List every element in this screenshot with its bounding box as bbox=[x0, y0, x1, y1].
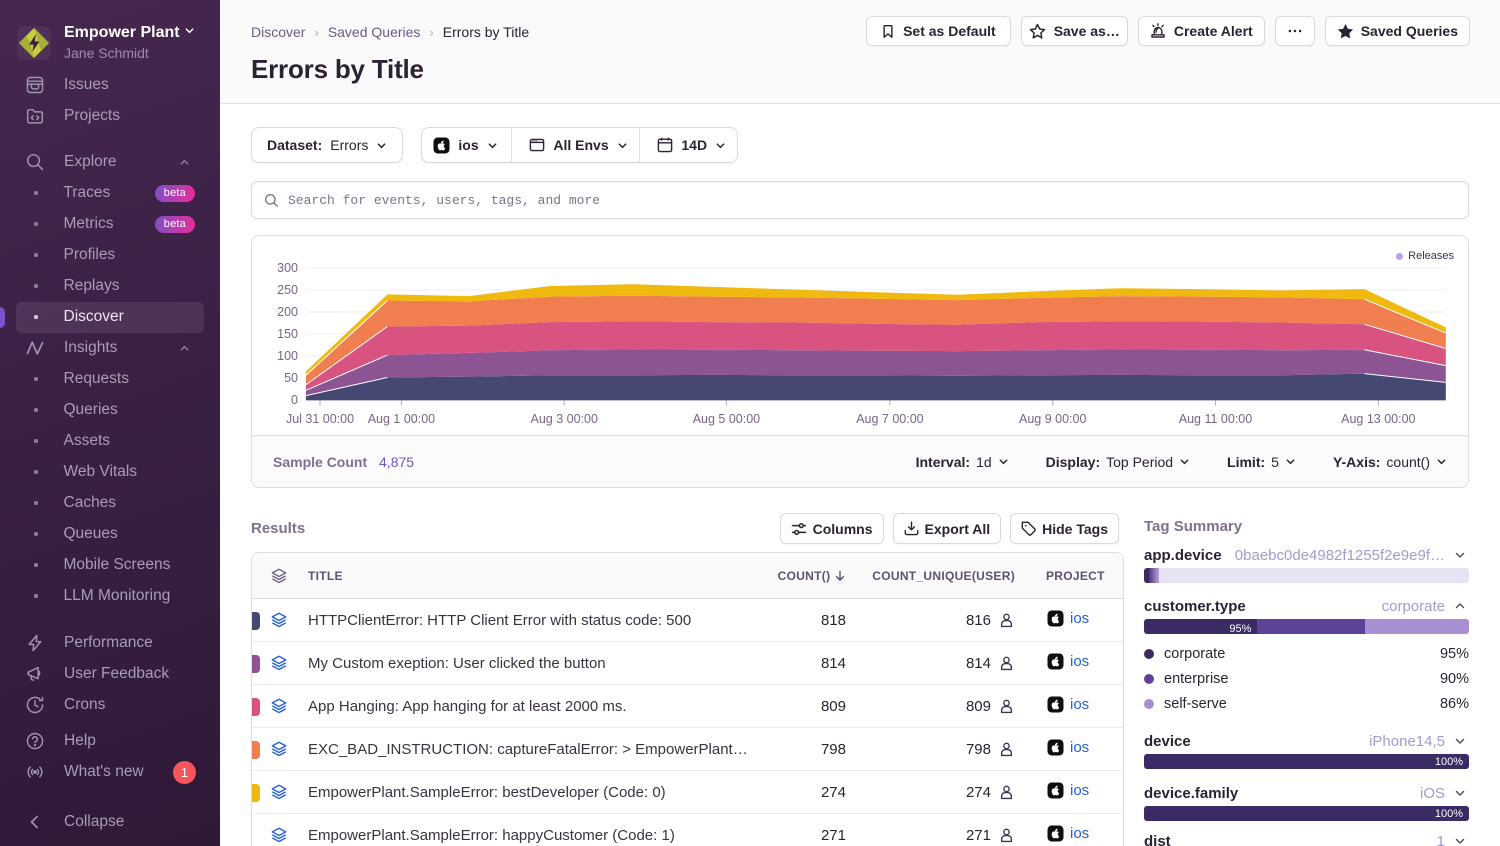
svg-text:100: 100 bbox=[277, 349, 298, 363]
svg-text:300: 300 bbox=[277, 261, 298, 275]
svg-text:Aug 5 00:00: Aug 5 00:00 bbox=[693, 412, 760, 426]
svg-text:Aug 13 00:00: Aug 13 00:00 bbox=[1341, 412, 1415, 426]
svg-text:150: 150 bbox=[277, 327, 298, 341]
svg-text:Aug 1 00:00: Aug 1 00:00 bbox=[368, 412, 435, 426]
svg-text:200: 200 bbox=[277, 305, 298, 319]
svg-text:50: 50 bbox=[284, 371, 298, 385]
svg-text:Aug 9 00:00: Aug 9 00:00 bbox=[1019, 412, 1086, 426]
svg-text:Aug 3 00:00: Aug 3 00:00 bbox=[530, 412, 597, 426]
svg-text:Aug 11 00:00: Aug 11 00:00 bbox=[1179, 412, 1252, 426]
svg-text:250: 250 bbox=[277, 283, 298, 297]
svg-text:Jul 31 00:00: Jul 31 00:00 bbox=[286, 412, 354, 426]
svg-text:0: 0 bbox=[291, 393, 298, 407]
svg-text:Aug 7 00:00: Aug 7 00:00 bbox=[856, 412, 923, 426]
